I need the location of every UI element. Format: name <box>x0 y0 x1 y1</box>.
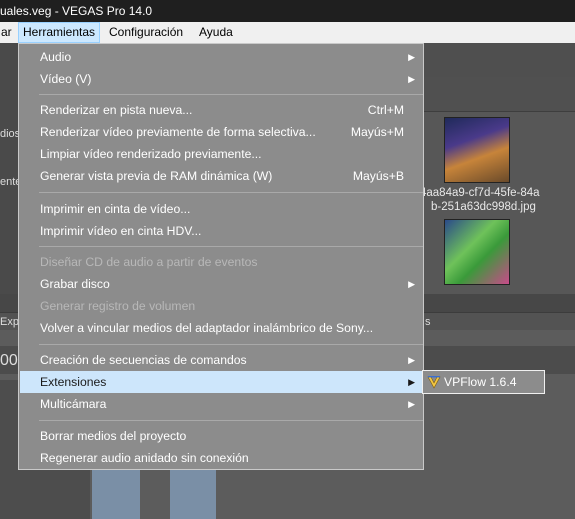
menu-item-label: Renderizar vídeo previamente de forma se… <box>40 125 316 139</box>
menu-separator <box>39 420 423 421</box>
menu-item-label: Volver a vincular medios del adaptador i… <box>40 321 374 335</box>
menu-item-shortcut: Mayús+B <box>352 169 404 183</box>
timecode-display: 00 <box>0 352 18 369</box>
menu-item-shortcut: Mayús+M <box>350 125 404 139</box>
menu-item-label: Creación de secuencias de comandos <box>40 353 247 367</box>
media-thumbnail[interactable] <box>444 219 510 285</box>
submenu-arrow-icon: ▶ <box>408 399 415 409</box>
menu-item-label: Vídeo (V) <box>40 72 92 86</box>
vpflow-icon <box>427 376 441 389</box>
menu-separator <box>39 246 423 247</box>
timeline-clip[interactable] <box>92 470 140 519</box>
menu-item-label: Extensiones <box>40 375 107 389</box>
menu-configuracion[interactable]: Configuración <box>104 22 188 43</box>
menu-edicion[interactable]: ar <box>0 22 17 43</box>
menu-item-burn-disc[interactable]: Grabar disco ▶ <box>20 273 422 295</box>
menu-item-regenerate-nested-audio[interactable]: Regenerar audio anidado sin conexión <box>20 447 422 469</box>
menu-item-design-audio-cd: Diseñar CD de audio a partir de eventos <box>20 251 422 273</box>
menu-item-clear-project-media[interactable]: Borrar medios del proyecto <box>20 425 422 447</box>
submenu-item-vpflow[interactable]: VPFlow 1.6.4 <box>423 371 544 393</box>
menu-item-extensions[interactable]: Extensiones ▶ <box>20 371 422 393</box>
submenu-arrow-icon: ▶ <box>408 377 415 387</box>
menu-item-label: Borrar medios del proyecto <box>40 429 187 443</box>
submenu-item-label: VPFlow 1.6.4 <box>444 375 517 389</box>
menu-item-ram-preview[interactable]: Generar vista previa de RAM dinámica (W)… <box>20 165 422 187</box>
thumbnail-caption: b-251a63dc998d.jpg <box>431 201 536 213</box>
submenu-arrow-icon: ▶ <box>408 355 415 365</box>
menu-item-volume-log: Generar registro de volumen <box>20 295 422 317</box>
menu-bar: ar Herramientas Configuración Ayuda <box>0 22 575 43</box>
menu-item-relink-sony-media[interactable]: Volver a vincular medios del adaptador i… <box>20 317 422 339</box>
menu-item-print-to-tape[interactable]: Imprimir en cinta de vídeo... <box>20 198 422 220</box>
submenu-arrow-icon: ▶ <box>408 52 415 62</box>
tab-label[interactable]: s <box>425 316 431 328</box>
menu-item-selective-prerender[interactable]: Renderizar vídeo previamente de forma se… <box>20 121 422 143</box>
menu-item-scripting[interactable]: Creación de secuencias de comandos ▶ <box>20 349 422 371</box>
menu-separator <box>39 94 423 95</box>
window-title: uales.veg - VEGAS Pro 14.0 <box>0 4 153 18</box>
media-thumbnail[interactable] <box>444 117 510 183</box>
menu-herramientas[interactable]: Herramientas <box>18 22 101 43</box>
menu-item-label: Renderizar en pista nueva... <box>40 103 193 117</box>
menu-item-label: Imprimir vídeo en cinta HDV... <box>40 224 202 238</box>
menu-separator <box>39 192 423 193</box>
menu-item-label: Imprimir en cinta de vídeo... <box>40 202 191 216</box>
menu-item-video[interactable]: Vídeo (V) ▶ <box>20 68 422 90</box>
menu-item-label: Grabar disco <box>40 277 110 291</box>
menu-item-label: Limpiar vídeo renderizado previamente... <box>40 147 262 161</box>
submenu-arrow-icon: ▶ <box>408 74 415 84</box>
extensions-submenu: VPFlow 1.6.4 <box>422 370 545 394</box>
title-bar: uales.veg - VEGAS Pro 14.0 <box>0 0 575 22</box>
menu-separator <box>39 344 423 345</box>
menu-item-render-new-track[interactable]: Renderizar en pista nueva... Ctrl+M <box>20 99 422 121</box>
menu-item-label: Audio <box>40 50 72 64</box>
tab-explorer[interactable]: Exp <box>0 316 19 328</box>
menu-item-label: Generar registro de volumen <box>40 299 196 313</box>
timeline-clip[interactable] <box>170 470 216 519</box>
menu-item-clean-prerendered[interactable]: Limpiar vídeo renderizado previamente... <box>20 143 422 165</box>
menu-item-multicam[interactable]: Multicámara ▶ <box>20 393 422 415</box>
herramientas-menu: Audio ▶ Vídeo (V) ▶ Renderizar en pista … <box>18 43 424 470</box>
thumbnail-caption: 4aa84a9-cf7d-45fe-84a <box>420 187 540 199</box>
menu-item-audio[interactable]: Audio ▶ <box>20 46 422 68</box>
menu-item-label: Regenerar audio anidado sin conexión <box>40 451 249 465</box>
menu-item-label: Diseñar CD de audio a partir de eventos <box>40 255 258 269</box>
menu-ayuda[interactable]: Ayuda <box>194 22 238 43</box>
menu-item-label: Generar vista previa de RAM dinámica (W) <box>40 169 273 183</box>
menu-item-shortcut: Ctrl+M <box>367 103 404 117</box>
submenu-arrow-icon: ▶ <box>408 279 415 289</box>
menu-item-print-hdv[interactable]: Imprimir vídeo en cinta HDV... <box>20 220 422 242</box>
menu-item-label: Multicámara <box>40 397 107 411</box>
